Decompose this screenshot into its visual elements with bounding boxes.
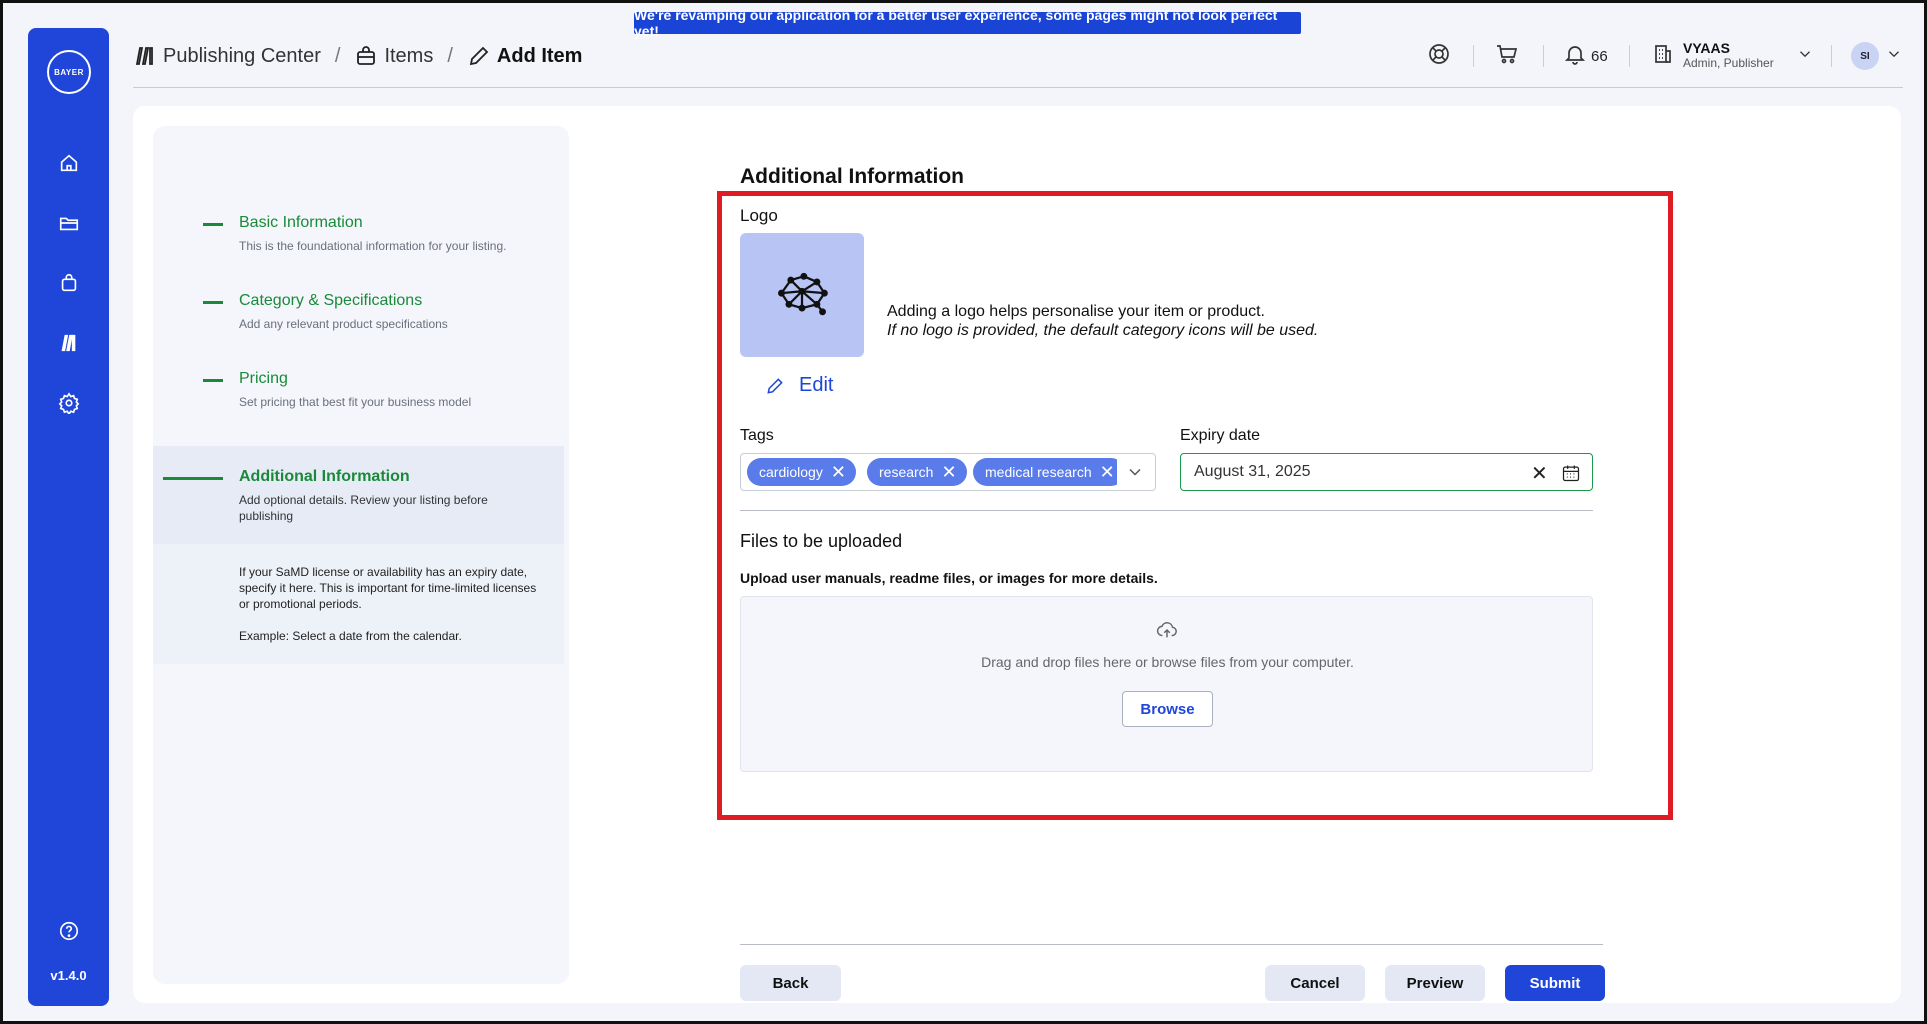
step-indicator xyxy=(203,379,223,382)
breadcrumb: Publishing Center / Items / Add Item xyxy=(133,41,582,71)
preview-button[interactable]: Preview xyxy=(1385,965,1485,1001)
tag-label: research xyxy=(879,464,934,480)
form-divider xyxy=(740,510,1593,511)
help-example: Example: Select a date from the calendar… xyxy=(239,629,462,643)
toolbar-divider xyxy=(1543,45,1544,67)
avatar: SI xyxy=(1851,42,1879,70)
support-button[interactable] xyxy=(1427,41,1451,71)
tag-label: cardiology xyxy=(759,464,823,480)
toolbar-divider xyxy=(1831,45,1832,67)
org-role: Admin, Publisher xyxy=(1683,56,1774,70)
calendar-icon[interactable] xyxy=(1561,463,1581,488)
step-title: Basic Information xyxy=(239,214,363,231)
back-button[interactable]: Back xyxy=(740,965,841,1001)
step-indicator xyxy=(203,301,223,304)
breadcrumb-items[interactable]: Items xyxy=(354,44,433,68)
remove-tag-icon[interactable]: ✕ xyxy=(941,463,956,481)
pencil-icon xyxy=(469,46,489,66)
cart-button[interactable] xyxy=(1495,41,1519,71)
notifications-count: 66 xyxy=(1591,47,1608,65)
breadcrumb-add-item: Add Item xyxy=(467,44,583,68)
clear-date-icon[interactable]: ✕ xyxy=(1531,461,1548,486)
expiry-value: August 31, 2025 xyxy=(1194,463,1311,480)
org-switcher[interactable]: VYAAS Admin, Publisher xyxy=(1651,41,1814,71)
publishing-icon xyxy=(135,47,153,65)
cloud-upload-icon xyxy=(1156,619,1178,646)
header-divider xyxy=(133,87,1903,88)
section-title: Additional Information xyxy=(740,165,964,188)
tag-chip[interactable]: cardiology ✕ xyxy=(747,458,856,486)
edit-label: Edit xyxy=(799,374,834,396)
chevron-down-icon xyxy=(1129,468,1141,476)
bayer-logo[interactable]: BAYER xyxy=(47,50,91,94)
logo-preview[interactable] xyxy=(740,233,864,357)
tags-dropdown-toggle[interactable] xyxy=(1125,462,1145,482)
user-menu[interactable]: SI xyxy=(1851,41,1903,71)
home-icon[interactable] xyxy=(56,150,82,176)
sidebar: BAYER v1.4.0 xyxy=(28,28,109,1006)
step-title: Additional Information xyxy=(239,468,410,485)
bell-icon xyxy=(1564,45,1586,65)
step-indicator xyxy=(163,477,223,480)
step-title: Category & Specifications xyxy=(239,292,423,309)
cart-icon xyxy=(1497,44,1518,63)
browse-button[interactable]: Browse xyxy=(1122,691,1213,727)
logo-hint-text: Adding a logo helps personalise your ite… xyxy=(887,303,1265,320)
remove-tag-icon[interactable]: ✕ xyxy=(831,463,846,481)
toolbar-divider xyxy=(1629,45,1630,67)
footer-divider xyxy=(740,944,1603,945)
cancel-button[interactable]: Cancel xyxy=(1265,965,1365,1001)
org-name: VYAAS xyxy=(1683,40,1730,56)
chevron-down-icon xyxy=(1889,50,1899,57)
pencil-icon xyxy=(767,377,783,394)
help-icon[interactable] xyxy=(56,918,82,944)
files-title: Files to be uploaded xyxy=(740,531,903,551)
bag-icon[interactable] xyxy=(56,270,82,296)
drop-text: Drag and drop files here or browse files… xyxy=(981,654,1354,670)
tag-label: medical research xyxy=(985,464,1092,480)
network-brain-icon xyxy=(778,272,828,316)
breadcrumb-separator: / xyxy=(334,44,341,67)
breadcrumb-label: Add Item xyxy=(496,44,583,67)
breadcrumb-label: Publishing Center xyxy=(163,44,321,67)
edit-logo-button[interactable]: Edit xyxy=(765,374,833,397)
publishing-icon[interactable] xyxy=(56,330,82,356)
breadcrumb-label: Items xyxy=(384,44,434,67)
folder-icon[interactable] xyxy=(56,210,82,236)
step-description: Add optional details. Review your listin… xyxy=(239,493,488,523)
breadcrumb-separator: / xyxy=(447,44,453,67)
notifications-button[interactable]: 66 xyxy=(1563,41,1608,71)
file-dropzone[interactable]: Drag and drop files here or browse files… xyxy=(740,596,1593,772)
step-description: Set pricing that best fit your business … xyxy=(239,395,472,409)
tag-chip[interactable]: research ✕ xyxy=(867,458,967,486)
step-description: This is the foundational information for… xyxy=(239,239,507,253)
bag-icon xyxy=(357,46,376,65)
help-text: If your SaMD license or availability has… xyxy=(239,564,549,644)
step-title: Pricing xyxy=(239,370,288,387)
logo-label: Logo xyxy=(740,206,778,225)
tags-input[interactable]: cardiology ✕ research ✕ medical research ✕ xyxy=(740,453,1156,491)
version-label: v1.4.0 xyxy=(50,968,87,983)
lifebuoy-icon xyxy=(1429,43,1449,64)
logo-hint: Adding a logo helps personalise your ite… xyxy=(887,302,1318,340)
files-subtitle: Upload user manuals, readme files, or im… xyxy=(740,570,1158,586)
expiry-date-input[interactable]: August 31, 2025 ✕ xyxy=(1180,453,1593,491)
logo-hint-italic: If no logo is provided, the default cate… xyxy=(887,322,1319,339)
step-description: Add any relevant product specifications xyxy=(239,317,448,331)
remove-tag-icon[interactable]: ✕ xyxy=(1100,463,1115,481)
submit-button[interactable]: Submit xyxy=(1505,965,1605,1001)
step-indicator xyxy=(203,223,223,226)
revamp-banner: We're revamping our application for a be… xyxy=(634,7,1301,39)
breadcrumb-publishing-center[interactable]: Publishing Center xyxy=(133,44,321,68)
chevron-down-icon xyxy=(1799,50,1810,57)
settings-icon[interactable] xyxy=(56,390,82,416)
tag-chip[interactable]: medical research ✕ xyxy=(973,458,1125,486)
tags-label: Tags xyxy=(740,427,774,444)
toolbar-divider xyxy=(1473,45,1474,67)
expiry-label: Expiry date xyxy=(1180,427,1261,444)
building-icon xyxy=(1655,44,1671,63)
help-line: If your SaMD license or availability has… xyxy=(239,565,537,611)
